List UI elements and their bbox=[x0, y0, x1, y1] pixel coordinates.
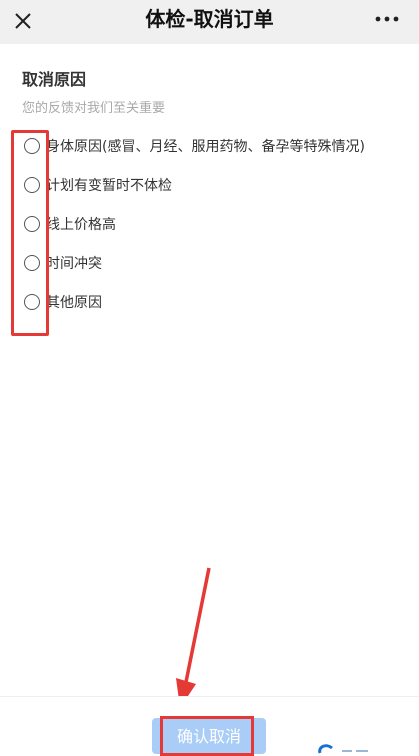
option-label: 线上价格高 bbox=[46, 217, 116, 233]
option-health-reason[interactable]: 身体原因(感冒、月经、服用药物、备孕等特殊情况) bbox=[14, 130, 414, 162]
option-plan-changed[interactable]: 计划有变暂时不体检 bbox=[14, 169, 414, 201]
page-title: 体检-取消订单 bbox=[145, 7, 274, 31]
option-label: 计划有变暂时不体检 bbox=[46, 178, 172, 194]
more-icon bbox=[375, 16, 399, 22]
option-label: 身体原因(感冒、月经、服用药物、备孕等特殊情况) bbox=[46, 139, 365, 155]
option-price-high[interactable]: 线上价格高 bbox=[14, 208, 414, 240]
section-title: 取消原因 bbox=[22, 70, 87, 89]
radio-highlight-box bbox=[11, 130, 49, 336]
section-subtitle: 您的反馈对我们至关重要 bbox=[22, 101, 166, 116]
option-time-conflict[interactable]: 时间冲突 bbox=[14, 247, 414, 279]
watermark-logo-icon bbox=[318, 744, 368, 754]
confirm-highlight-box bbox=[160, 716, 254, 756]
option-other[interactable]: 其他原因 bbox=[14, 286, 414, 318]
option-label: 其他原因 bbox=[46, 295, 102, 311]
more-button[interactable] bbox=[369, 6, 405, 32]
top-bar: 体检-取消订单 bbox=[0, 0, 419, 44]
option-label: 时间冲突 bbox=[46, 256, 102, 272]
